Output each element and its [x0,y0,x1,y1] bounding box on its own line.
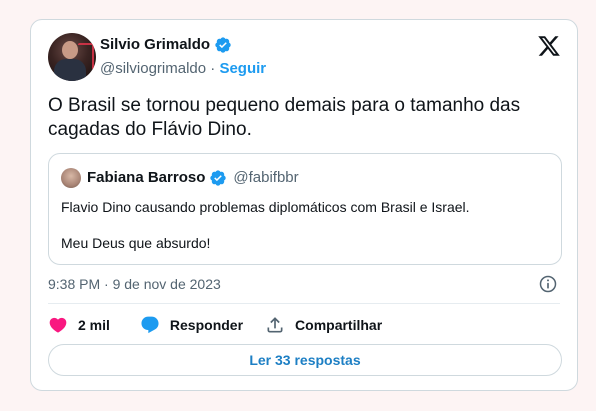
speech-bubble-icon [141,316,159,334]
reply-label: Responder [169,317,244,333]
verified-badge-icon [210,170,227,186]
quoted-author-name[interactable]: Fabiana Barroso [87,168,205,188]
like-count: 2 mil [78,317,110,333]
x-logo-icon[interactable] [537,34,561,58]
share-label: Compartilhar [295,317,383,333]
author-handle[interactable]: @silviogrimaldo [100,60,206,77]
quoted-tweet-text: Flavio Dino causando problemas diplomáti… [61,198,551,252]
author-name-row[interactable]: Silvio Grimaldo [100,35,232,55]
like-button[interactable]: 2 mil [48,315,110,335]
divider [48,303,560,304]
info-icon[interactable] [538,274,558,294]
share-icon [267,317,283,333]
author-handle-row: @silviogrimaldo · Seguir [100,59,266,79]
follow-button[interactable]: Seguir [219,60,266,77]
handle-separator: · [210,60,216,77]
tweet-actions: 2 mil Responder Compartilhar [48,314,382,336]
quoted-author-avatar[interactable] [61,168,81,188]
author-avatar[interactable] [48,33,96,81]
read-replies-button[interactable]: Ler 33 respostas [48,344,562,376]
reply-button[interactable]: Responder [140,315,243,335]
tweet-card: Silvio Grimaldo @silviogrimaldo · Seguir… [30,19,578,391]
tweet-timestamp[interactable]: 9:38 PM · 9 de nov de 2023 [48,275,221,293]
verified-badge-icon [215,37,231,53]
quoted-author-handle: @fabifbbr [233,169,299,186]
heart-icon [49,317,67,333]
tweet-text: O Brasil se tornou pequeno demais para o… [48,95,521,140]
quoted-tweet[interactable]: Fabiana Barroso @fabifbbr Flavio Dino ca… [48,153,562,265]
author-name[interactable]: Silvio Grimaldo [100,35,210,55]
share-button[interactable]: Compartilhar [265,315,382,335]
quoted-author-row: Fabiana Barroso @fabifbbr [87,168,299,188]
quoted-text-line: Flavio Dino causando problemas diplomáti… [61,199,470,215]
quoted-text-line: Meu Deus que absurdo! [61,235,211,251]
